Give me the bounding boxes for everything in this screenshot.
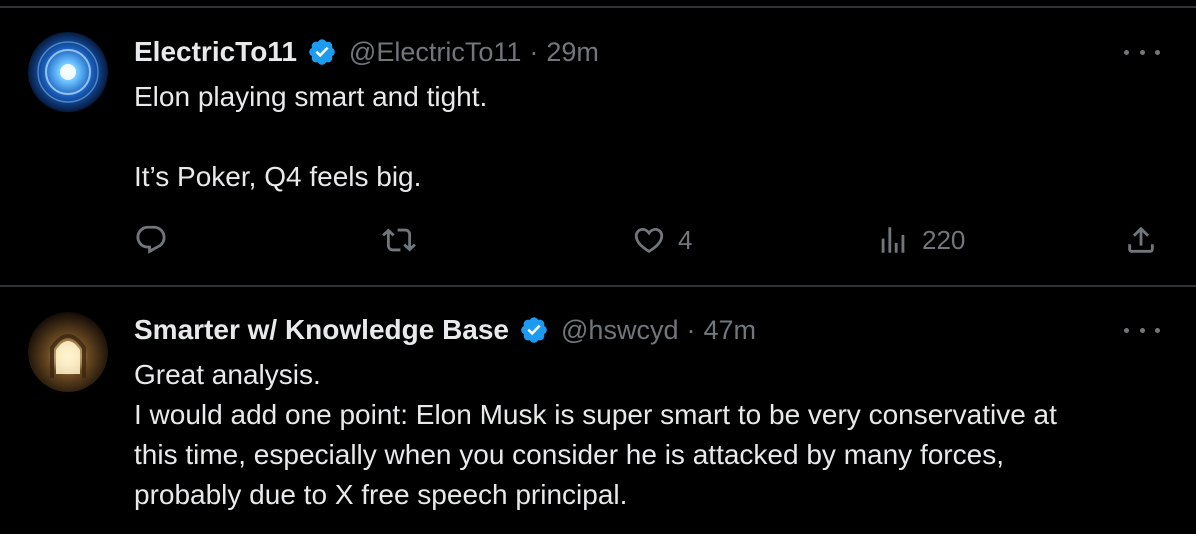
- avatar[interactable]: [28, 32, 108, 112]
- separator: ·: [529, 36, 539, 67]
- tweet-divider: [0, 285, 1196, 287]
- top-divider: [0, 6, 1196, 8]
- tweet-text-line: probably due to X free speech principal.: [134, 479, 628, 510]
- display-name[interactable]: ElectricTo11: [134, 36, 297, 68]
- like-button[interactable]: 4: [632, 220, 692, 260]
- repost-icon: [382, 228, 416, 252]
- heart-icon: [634, 227, 664, 253]
- tweet-text-line: I would add one point: Elon Musk is supe…: [134, 399, 1057, 430]
- avatar[interactable]: [28, 312, 108, 392]
- display-name[interactable]: Smarter w/ Knowledge Base: [134, 314, 509, 346]
- timestamp[interactable]: 29m: [546, 37, 599, 68]
- tweet-text-line: Elon playing smart and tight.: [134, 81, 488, 112]
- more-options-icon[interactable]: [1124, 42, 1160, 62]
- tweet-text-line: this time, especially when you consider …: [134, 439, 1004, 470]
- verified-badge-icon[interactable]: [519, 315, 549, 345]
- more-options-icon[interactable]: [1124, 320, 1160, 340]
- timestamp[interactable]: 47m: [703, 315, 756, 346]
- separator: ·: [686, 314, 696, 345]
- share-button[interactable]: [1124, 220, 1158, 260]
- reply-icon: [136, 225, 166, 254]
- tweet-header: ElectricTo11 @ElectricTo11 · 29m: [134, 32, 599, 72]
- tweet-text-line: [134, 117, 487, 157]
- handle[interactable]: @hswcyd: [561, 315, 678, 346]
- reply-button[interactable]: [134, 220, 168, 260]
- tweet-text: Great analysis. I would add one point: E…: [134, 355, 1057, 515]
- handle[interactable]: @ElectricTo11: [349, 37, 521, 68]
- repost-button[interactable]: [382, 220, 416, 260]
- share-icon: [1128, 226, 1154, 253]
- tweet-header: Smarter w/ Knowledge Base @hswcyd · 47m: [134, 310, 756, 350]
- views-button[interactable]: 220: [876, 220, 965, 260]
- tweet-text-line: Great analysis.: [134, 359, 321, 390]
- like-count: 4: [678, 224, 693, 255]
- verified-badge-icon[interactable]: [307, 37, 337, 67]
- views-count: 220: [922, 224, 966, 255]
- views-icon: [881, 227, 905, 253]
- tweet-text: Elon playing smart and tight. It’s Poker…: [134, 77, 487, 197]
- tweet-text-line: It’s Poker, Q4 feels big.: [134, 161, 422, 192]
